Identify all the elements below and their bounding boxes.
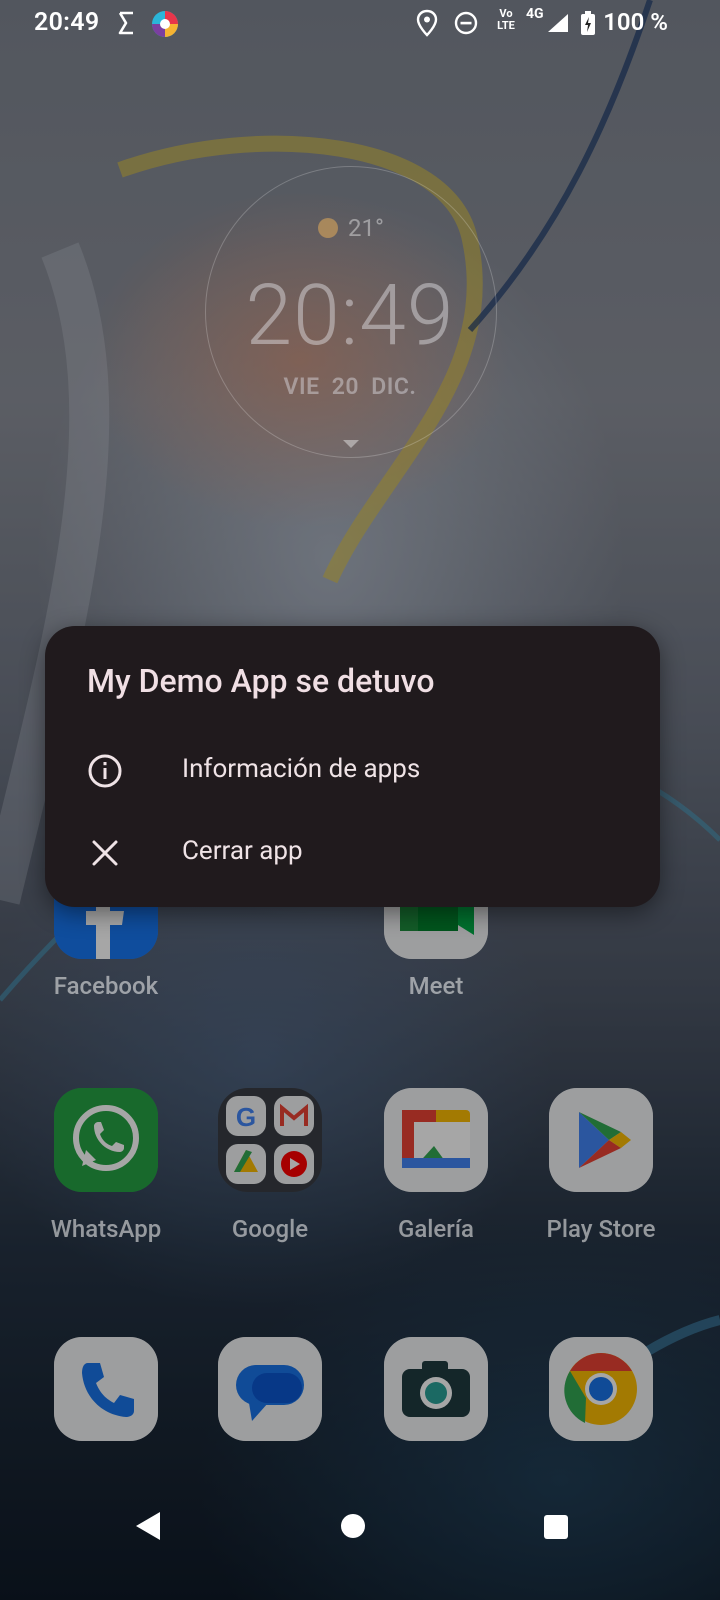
- home-button[interactable]: [340, 1513, 366, 1539]
- google-folder-grid: G: [226, 1096, 314, 1184]
- temperature-text: 21°: [348, 214, 384, 242]
- google-folder-icon[interactable]: G: [218, 1088, 322, 1192]
- app-label-galeria: Galería: [398, 1215, 474, 1243]
- signal-icon: [548, 14, 568, 32]
- close-icon: [92, 840, 118, 866]
- back-button[interactable]: [134, 1510, 162, 1542]
- gallery-icon: [402, 1110, 470, 1168]
- clock-date: VIE 20 DIC.: [283, 373, 417, 400]
- camera-icon: [402, 1361, 470, 1417]
- close-app-label: Cerrar app: [182, 836, 303, 866]
- app-label-facebook: Facebook: [53, 972, 159, 1000]
- location-icon: [416, 9, 438, 37]
- chrome-icon: [564, 1353, 637, 1425]
- s-notification-icon: [118, 11, 133, 35]
- weather-temperature[interactable]: 21°: [318, 214, 384, 242]
- app-label-play-store: Play Store: [546, 1215, 656, 1243]
- do-not-disturb-icon: [454, 11, 478, 35]
- app-info-option[interactable]: Información de apps: [45, 731, 660, 811]
- app-stopped-dialog: My Demo App se detuvo Información de app…: [45, 626, 660, 907]
- status-time: 20:49: [34, 8, 100, 37]
- navigation-bar: [0, 1480, 720, 1600]
- gallery-app-icon[interactable]: [384, 1088, 488, 1192]
- status-bar: 20:49 Vo LTE 4G 100 %: [0, 0, 720, 48]
- phone-app-icon[interactable]: [54, 1337, 158, 1441]
- battery-icon: [581, 11, 595, 35]
- app-label-whatsapp: WhatsApp: [50, 1215, 162, 1243]
- battery-percentage: 100 %: [603, 8, 668, 36]
- messages-icon: [236, 1365, 304, 1421]
- app-label-google: Google: [231, 1215, 309, 1243]
- app-label-meet: Meet: [408, 972, 464, 1000]
- info-icon: [88, 754, 122, 788]
- volte-lte-text: LTE: [497, 19, 515, 32]
- weather-icon: [318, 218, 338, 238]
- colorful-app-notification-icon: [152, 11, 178, 37]
- whatsapp-icon: [73, 1105, 139, 1171]
- whatsapp-app-icon[interactable]: [54, 1088, 158, 1192]
- chrome-app-icon[interactable]: [549, 1337, 653, 1441]
- camera-app-icon[interactable]: [384, 1337, 488, 1441]
- network-generation: 4G: [526, 6, 544, 22]
- app-info-label: Información de apps: [182, 754, 421, 784]
- phone-icon: [82, 1363, 134, 1417]
- close-app-option[interactable]: Cerrar app: [45, 813, 660, 893]
- clock-time: 20:49: [245, 266, 455, 365]
- recents-button[interactable]: [543, 1514, 569, 1540]
- chevron-down-icon: [343, 440, 359, 448]
- volte-indicator: Vo LTE: [491, 8, 521, 32]
- play-store-app-icon[interactable]: [549, 1088, 653, 1192]
- dialog-title: My Demo App se detuvo: [87, 662, 435, 700]
- svg-text:G: G: [236, 1102, 256, 1132]
- messages-app-icon[interactable]: [218, 1337, 322, 1441]
- play-store-icon: [579, 1112, 631, 1168]
